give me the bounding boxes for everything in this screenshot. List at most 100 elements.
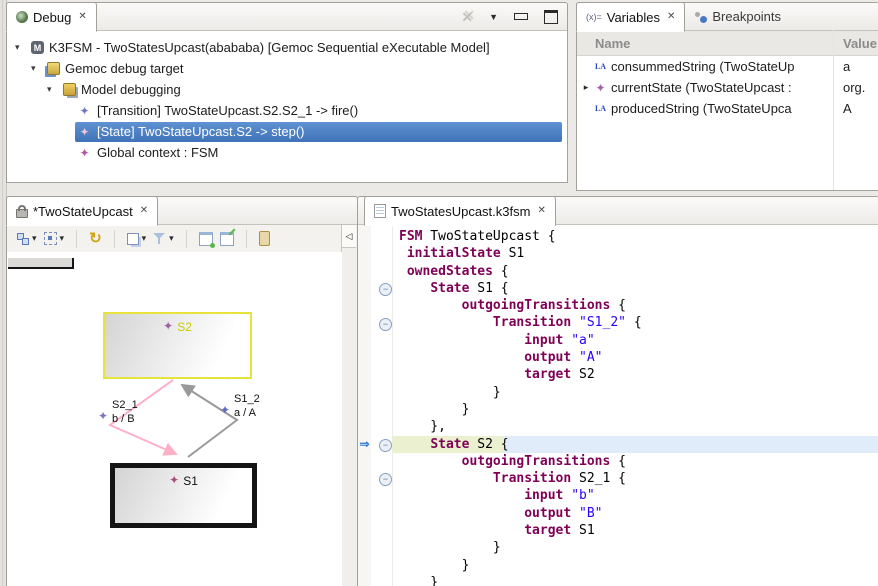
variable-row[interactable]: LAconsummedString (TwoStateUp a — [577, 56, 878, 77]
expander-open-icon[interactable]: ▾ — [15, 42, 29, 53]
arrange-all-button[interactable]: ▾ — [17, 233, 37, 245]
tree-row[interactable]: ▾Gemoc debug target — [7, 58, 567, 79]
code-line[interactable]: output "A" — [392, 349, 878, 366]
fold-minus-icon[interactable]: − — [379, 318, 392, 331]
variable-value: org. — [843, 80, 865, 95]
tree-row[interactable]: ✦[Transition] TwoStateUpcast.S2.S2_1 -> … — [7, 100, 567, 121]
code-line[interactable]: } — [392, 384, 878, 401]
layers-button[interactable]: ▾ — [127, 233, 147, 245]
maximize-icon[interactable] — [544, 10, 558, 24]
code-line[interactable]: }, — [392, 418, 878, 435]
code-lines[interactable]: FSM TwoStateUpcast { initialState S1 own… — [392, 225, 878, 586]
code-line[interactable]: outgoingTransitions { — [392, 453, 878, 470]
debug-icon — [16, 11, 28, 23]
chevron-down-icon[interactable]: ▾ — [169, 233, 174, 244]
code-line[interactable]: Transition "S1_2" { — [392, 314, 878, 331]
code-line[interactable]: input "a" — [392, 332, 878, 349]
fold-minus-icon[interactable]: − — [379, 439, 392, 452]
variable-name: consummedString (TwoStateUp — [611, 59, 833, 74]
code-line[interactable]: output "B" — [392, 505, 878, 522]
tab-debug[interactable]: Debug ✕ — [6, 2, 97, 32]
state-node-s1[interactable]: ✦ S1 — [110, 463, 257, 528]
fold-minus-icon[interactable]: − — [379, 283, 392, 296]
state-name: S2 — [177, 320, 192, 334]
transition-label-s1-2[interactable]: ✦ S1_2 a / A — [234, 392, 260, 420]
state-node-s2[interactable]: ✦ S2 — [103, 312, 252, 379]
code-line[interactable]: initialState S1 — [392, 245, 878, 262]
code-line[interactable]: target S1 — [392, 522, 878, 539]
fold-ruler[interactable]: − − − − — [371, 225, 393, 586]
palette-strip: ◁ — [341, 225, 357, 586]
close-icon[interactable]: ✕ — [667, 12, 675, 22]
code-line[interactable]: Transition S2_1 { — [392, 470, 878, 487]
close-icon[interactable]: ✕ — [537, 206, 545, 216]
code-line[interactable]: State S1 { — [392, 280, 878, 297]
variable-row[interactable]: ▸✦currentState (TwoStateUpcast :org. — [577, 77, 878, 98]
column-value[interactable]: Value — [843, 36, 877, 51]
tab-breakpoints[interactable]: Breakpoints — [685, 3, 790, 30]
code-line[interactable]: target S2 — [392, 366, 878, 383]
variable-row[interactable]: LAproducedString (TwoStateUpcaA — [577, 98, 878, 119]
tree-row-content: Model debugging — [61, 80, 567, 100]
tab-debug-label: Debug — [33, 10, 71, 25]
close-icon[interactable]: ✕ — [140, 206, 148, 216]
expander-closed-icon[interactable]: ▸ — [579, 82, 593, 93]
state-name: S1 — [183, 474, 198, 488]
attribute-icon: LA — [593, 60, 608, 74]
tree-row[interactable]: ✦Global context : FSM — [7, 142, 567, 163]
annotation-ruler[interactable]: ⇒ — [358, 225, 372, 586]
palette-collapse-button[interactable]: ◁ — [342, 225, 356, 248]
expander-open-icon[interactable]: ▾ — [47, 84, 61, 95]
chevron-down-icon[interactable]: ▾ — [32, 233, 37, 244]
tab-k3fsm-file[interactable]: TwoStatesUpcast.k3fsm ✕ — [364, 196, 556, 226]
code-line[interactable]: State S2 { — [392, 436, 878, 453]
export-diagram-icon[interactable] — [199, 232, 213, 246]
code-line[interactable]: ownedStates { — [392, 263, 878, 280]
transition-diamond-icon: ✦ — [77, 104, 92, 118]
close-icon[interactable]: ✕ — [78, 12, 86, 22]
chevron-down-icon[interactable]: ▾ — [60, 233, 65, 244]
column-name[interactable]: Name — [577, 36, 630, 51]
transition-edges — [7, 252, 341, 586]
filter-button[interactable]: ▾ — [153, 232, 174, 245]
select-mode-button[interactable]: ▾ — [44, 232, 65, 245]
clipped-node — [8, 258, 74, 269]
tab-breakpoints-label: Breakpoints — [712, 9, 781, 24]
state-label: ✦ S1 — [115, 474, 252, 488]
code-line[interactable]: input "b" — [392, 487, 878, 504]
transition-label-s2-1[interactable]: ✦ S2_1 b / B — [112, 398, 138, 426]
minimize-icon[interactable] — [514, 13, 528, 20]
edit-representation-icon[interactable] — [220, 232, 234, 246]
code-line[interactable]: outgoingTransitions { — [392, 297, 878, 314]
tree-row[interactable]: ▾Model debugging — [7, 79, 567, 100]
tab-variables-label: Variables — [607, 10, 660, 25]
code-line[interactable]: } — [392, 574, 878, 586]
tab-diagram[interactable]: *TwoStateUpcast ✕ — [6, 196, 158, 226]
variables-tabstrip: (x)= Variables ✕ Breakpoints — [577, 3, 878, 31]
paste-icon[interactable] — [259, 231, 270, 246]
expander-open-icon[interactable]: ▾ — [31, 63, 45, 74]
code-line[interactable]: } — [392, 539, 878, 556]
refresh-icon[interactable]: ↻ — [89, 231, 102, 246]
toolbar-separator — [186, 230, 187, 248]
fold-minus-icon[interactable]: − — [379, 473, 392, 486]
remove-terminated-icon[interactable]: ✕ — [461, 10, 473, 24]
tree-row[interactable]: ▾MK3FSM - TwoStatesUpcast(abababa) [Gemo… — [7, 37, 567, 58]
tree-row-content: ✦Global context : FSM — [75, 143, 567, 163]
breakpoints-icon — [694, 11, 707, 23]
attribute-icon: LA — [593, 102, 608, 116]
code-line[interactable]: } — [392, 557, 878, 574]
edge-s1-to-s2[interactable] — [182, 385, 237, 457]
variable-value: a — [843, 59, 850, 74]
editor-tabstrip: TwoStatesUpcast.k3fsm ✕ — [358, 197, 878, 225]
tree-row[interactable]: ✦[State] TwoStateUpcast.S2 -> step() — [7, 121, 567, 142]
tree-row-label: [State] TwoStateUpcast.S2 -> step() — [97, 124, 305, 139]
code-line[interactable]: FSM TwoStateUpcast { — [392, 228, 878, 245]
tab-variables[interactable]: (x)= Variables ✕ — [576, 2, 685, 32]
diagram-canvas[interactable]: ✦ S2 ✦ S1 ✦ S2_1 b / B ✦ S1_2 a / A — [7, 252, 342, 586]
transition-name: S1_2 — [234, 392, 260, 406]
chevron-down-icon[interactable]: ▾ — [142, 233, 147, 244]
code-line[interactable]: } — [392, 401, 878, 418]
view-menu-icon[interactable]: ▼ — [489, 12, 498, 22]
variable-diamond-icon: ✦ — [593, 81, 608, 95]
